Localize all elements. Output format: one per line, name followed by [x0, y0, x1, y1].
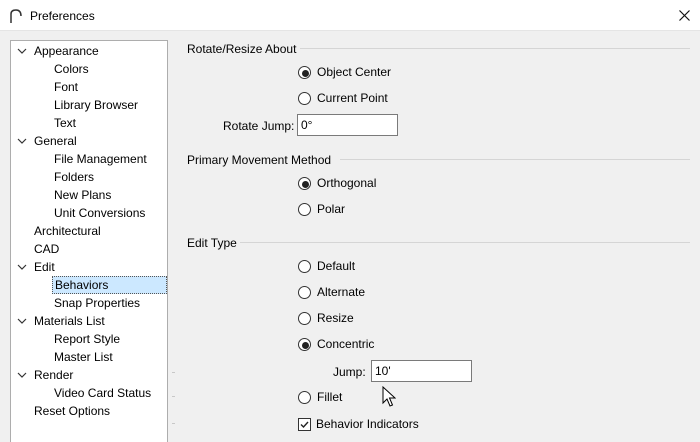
group-title-rotate-resize: Rotate/Resize About	[187, 42, 297, 56]
checkbox-label: Behavior Indicators	[316, 417, 419, 431]
tree-item-label: Master List	[54, 350, 113, 364]
radio-circle	[298, 66, 311, 79]
rotate-jump-label: Rotate Jump:	[223, 119, 295, 133]
radio-circle	[298, 312, 311, 325]
radio-label: Fillet	[317, 390, 343, 404]
radio-label: Resize	[317, 311, 354, 325]
radio-circle	[298, 177, 311, 190]
radio-circle	[298, 391, 311, 404]
radio-label: Current Point	[317, 91, 388, 105]
tree-item-label: Video Card Status	[54, 386, 152, 400]
radio-label: Polar	[317, 202, 346, 216]
group-title-edit-type: Edit Type	[187, 236, 237, 250]
tree-item-label: Snap Properties	[54, 296, 141, 310]
tree-item-label: New Plans	[54, 188, 112, 202]
radio-dot	[302, 181, 309, 188]
chevron-down-icon[interactable]	[15, 258, 29, 276]
checkmark-icon	[300, 421, 309, 429]
tree-item-label: Report Style	[54, 332, 121, 346]
tree-item-label: Architectural	[34, 224, 101, 238]
group-divider	[300, 48, 690, 49]
group-divider	[340, 159, 690, 160]
group-title-movement: Primary Movement Method	[187, 153, 332, 167]
radio-circle	[298, 92, 311, 105]
close-icon	[679, 10, 690, 21]
radio-label: Alternate	[317, 285, 366, 299]
tree-item-label: Reset Options	[34, 404, 111, 418]
radio-label: Object Center	[317, 65, 392, 79]
splitter-grip[interactable]	[172, 372, 175, 424]
radio-label: Default	[317, 259, 356, 273]
tree-item-label: Colors	[54, 62, 89, 76]
tree-item-label: Appearance	[34, 44, 99, 58]
tree-item-label: Text	[54, 116, 77, 130]
tree-item-label: File Management	[54, 152, 147, 166]
tree-item-label: CAD	[34, 242, 60, 256]
radio-dot	[302, 70, 309, 77]
jump-label: Jump:	[333, 365, 366, 379]
tree-item-label: Font	[54, 80, 79, 94]
mouse-pointer-icon	[382, 386, 396, 407]
radio-circle	[298, 286, 311, 299]
tree-item-label: Behaviors	[52, 276, 167, 294]
title-bar: Preferences	[0, 0, 700, 31]
checkbox-box	[298, 418, 311, 431]
chevron-down-icon[interactable]	[15, 312, 29, 330]
radio-circle	[298, 338, 311, 351]
tree-item-label: Edit	[34, 260, 55, 274]
chevron-down-icon[interactable]	[15, 132, 29, 150]
tree-item-label: Render	[34, 368, 74, 382]
close-button[interactable]	[670, 0, 700, 31]
category-tree[interactable]: Appearance Colors Font Library Browser T…	[10, 40, 168, 442]
tree-item-label: General	[34, 134, 77, 148]
app-logo-icon	[8, 8, 24, 24]
tree-item-label: Materials List	[34, 314, 105, 328]
radio-dot	[302, 342, 309, 349]
window-title: Preferences	[30, 9, 95, 23]
tree-item-label: Unit Conversions	[54, 206, 146, 220]
chevron-down-icon[interactable]	[15, 366, 29, 384]
group-divider	[240, 242, 690, 243]
radio-label: Orthogonal	[317, 176, 377, 190]
radio-label: Concentric	[317, 337, 375, 351]
tree-item-label: Library Browser	[54, 98, 139, 112]
tree-item-label: Folders	[54, 170, 95, 184]
jump-input[interactable]: 10'	[371, 360, 472, 382]
radio-circle	[298, 260, 311, 273]
radio-circle	[298, 203, 311, 216]
rotate-jump-input[interactable]: 0°	[297, 114, 398, 136]
chevron-down-icon[interactable]	[15, 42, 29, 60]
